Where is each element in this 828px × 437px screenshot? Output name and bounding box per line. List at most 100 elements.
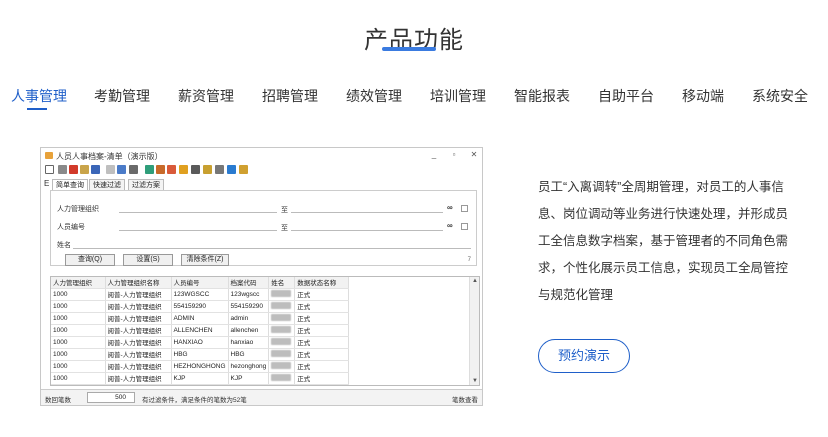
delete-icon[interactable] xyxy=(69,165,78,174)
edit-icon[interactable] xyxy=(58,165,67,174)
cell: 1000 xyxy=(51,312,106,325)
app-window: 人员人事档案-清单（演示版） _ ▫ ✕ E 简单查询 快速过滤 过滤方案 人力… xyxy=(40,147,483,406)
col-file-code[interactable]: 档案代码 xyxy=(228,277,270,289)
tab-simple-query[interactable]: 简单查询 xyxy=(52,179,88,190)
tab-quick-filter[interactable]: 快速过滤 xyxy=(89,179,125,190)
table-row[interactable]: 1000 阅普-人力管理组织 HANXIAO hanxiao 正式 xyxy=(51,336,350,349)
cell: 正式 xyxy=(294,324,350,337)
import-icon[interactable] xyxy=(145,165,154,174)
filter-icon[interactable] xyxy=(179,165,188,174)
id-checkbox[interactable] xyxy=(461,223,468,230)
maximize-icon[interactable]: ▫ xyxy=(449,150,459,159)
tab-reports[interactable]: 智能报表 xyxy=(514,86,570,106)
scroll-down-icon[interactable]: ▼ xyxy=(471,378,479,384)
minimize-icon[interactable]: _ xyxy=(429,150,439,159)
count-view-link[interactable]: 笔数查看 xyxy=(452,394,478,404)
cell: HBG xyxy=(228,348,270,361)
id-from-input[interactable] xyxy=(119,230,277,231)
redacted-name xyxy=(268,336,296,349)
name-input[interactable] xyxy=(73,248,471,249)
cell: 阅普-人力管理组织 xyxy=(105,360,172,373)
filter-tabs: E 简单查询 快速过滤 过滤方案 xyxy=(41,178,482,190)
tab-recruit[interactable]: 招聘管理 xyxy=(262,86,318,106)
tab-mobile[interactable]: 移动端 xyxy=(682,86,724,106)
table-row[interactable]: 1000 阅普-人力管理组织 554159290 554159290 正式 xyxy=(51,300,350,313)
redacted-name xyxy=(268,360,296,373)
scroll-up-icon[interactable]: ▲ xyxy=(471,278,479,284)
attach-icon[interactable] xyxy=(106,165,115,174)
settings-icon[interactable] xyxy=(239,165,248,174)
table-row[interactable]: 1000 阅普-人力管理组织 123WGSCC 123wgscc 正式 xyxy=(51,288,350,301)
print-icon[interactable] xyxy=(129,165,138,174)
cell: 1000 xyxy=(51,348,106,361)
new-icon[interactable] xyxy=(45,165,54,174)
cell: 阅普-人力管理组织 xyxy=(105,288,172,301)
export-icon[interactable] xyxy=(156,165,165,174)
grid-scrollbar[interactable]: ▲ ▼ xyxy=(469,277,479,385)
records-grid: 人力管理组织 人力管理组织名称 人员编号 档案代码 姓名 数据状态名称 1000… xyxy=(50,276,480,386)
close-icon[interactable]: ✕ xyxy=(469,150,479,159)
cell: ADMIN xyxy=(171,312,229,325)
col-org-name[interactable]: 人力管理组织名称 xyxy=(105,277,172,289)
field-label-org: 人力管理组织 xyxy=(57,206,99,213)
tab-training[interactable]: 培训管理 xyxy=(430,86,486,106)
copy-icon[interactable] xyxy=(80,165,89,174)
col-status[interactable]: 数据状态名称 xyxy=(294,277,350,289)
link-icon[interactable]: ∞ xyxy=(447,221,453,230)
grid-icon[interactable] xyxy=(117,165,126,174)
cell: 554159290 xyxy=(171,300,229,313)
settings-button[interactable]: 设置(S) xyxy=(123,254,173,266)
save-icon[interactable] xyxy=(91,165,100,174)
redacted-name xyxy=(268,300,296,313)
clear-button[interactable]: 清除条件(Z) xyxy=(181,254,229,266)
refresh-icon[interactable] xyxy=(167,165,176,174)
tab-security[interactable]: 系统安全 xyxy=(752,86,808,106)
cell: 阅普-人力管理组织 xyxy=(105,336,172,349)
chat-icon[interactable] xyxy=(215,165,224,174)
table-row[interactable]: 1000 阅普-人力管理组织 HBG HBG 正式 xyxy=(51,348,350,361)
cell: 正式 xyxy=(294,300,350,313)
filter-tabs-prefix: E xyxy=(44,179,50,188)
table-row[interactable]: 1000 阅普-人力管理组织 ALLENCHEN allenchen 正式 xyxy=(51,324,350,337)
cell: hezonghong xyxy=(228,360,270,373)
table-row[interactable]: 1000 阅普-人力管理组织 ADMIN admin 正式 xyxy=(51,312,350,325)
redacted-name xyxy=(268,348,296,361)
tab-salary[interactable]: 薪资管理 xyxy=(178,86,234,106)
tab-self-service[interactable]: 自助平台 xyxy=(598,86,654,106)
org-to-input[interactable] xyxy=(291,212,443,213)
cell: HANXIAO xyxy=(171,336,229,349)
filter-info: 有过滤条件，满足条件的笔数为52笔 xyxy=(142,397,247,404)
col-name[interactable]: 姓名 xyxy=(268,277,296,289)
table-row[interactable]: 1000 阅普-人力管理组织 HEZHONGHONG hezonghong 正式 xyxy=(51,360,350,373)
query-button[interactable]: 查询(Q) xyxy=(65,254,115,266)
col-org[interactable]: 人力管理组织 xyxy=(51,277,106,289)
cell: 123wgscc xyxy=(228,288,270,301)
tab-hr[interactable]: 人事管理 xyxy=(11,86,67,106)
cell: 正式 xyxy=(294,288,350,301)
id-to-input[interactable] xyxy=(291,230,443,231)
tab-performance[interactable]: 绩效管理 xyxy=(346,86,402,106)
book-demo-button[interactable]: 预约演示 xyxy=(538,339,630,373)
org-checkbox[interactable] xyxy=(461,205,468,212)
report-icon[interactable] xyxy=(191,165,200,174)
fetch-count-stepper[interactable]: 500 xyxy=(87,392,135,403)
mail-icon[interactable] xyxy=(203,165,212,174)
window-icon[interactable] xyxy=(227,165,236,174)
tab-filter-scheme[interactable]: 过滤方案 xyxy=(128,179,164,190)
tab-attendance[interactable]: 考勤管理 xyxy=(94,86,150,106)
result-count: 7 xyxy=(467,257,471,263)
cell: 阅普-人力管理组织 xyxy=(105,312,172,325)
table-row[interactable]: 1000 阅普-人力管理组织 KJP KJP 正式 xyxy=(51,372,350,385)
cell: 1000 xyxy=(51,324,106,337)
feature-tabs: 人事管理 考勤管理 薪资管理 招聘管理 绩效管理 培训管理 智能报表 自助平台 … xyxy=(0,86,828,110)
fetch-count-label: 数回笔数 xyxy=(45,397,71,404)
link-icon[interactable]: ∞ xyxy=(447,203,453,212)
col-emp-id[interactable]: 人员编号 xyxy=(171,277,229,289)
cell: 正式 xyxy=(294,336,350,349)
cell: 1000 xyxy=(51,300,106,313)
redacted-name xyxy=(268,324,296,337)
cell: HEZHONGHONG xyxy=(171,360,229,373)
filter-panel: 人力管理组织 至 ∞ 人员编号 至 ∞ 姓名 查询(Q) 设置(S) 清除条件(… xyxy=(50,190,477,266)
app-toolbar xyxy=(41,164,482,177)
org-from-input[interactable] xyxy=(119,212,277,213)
